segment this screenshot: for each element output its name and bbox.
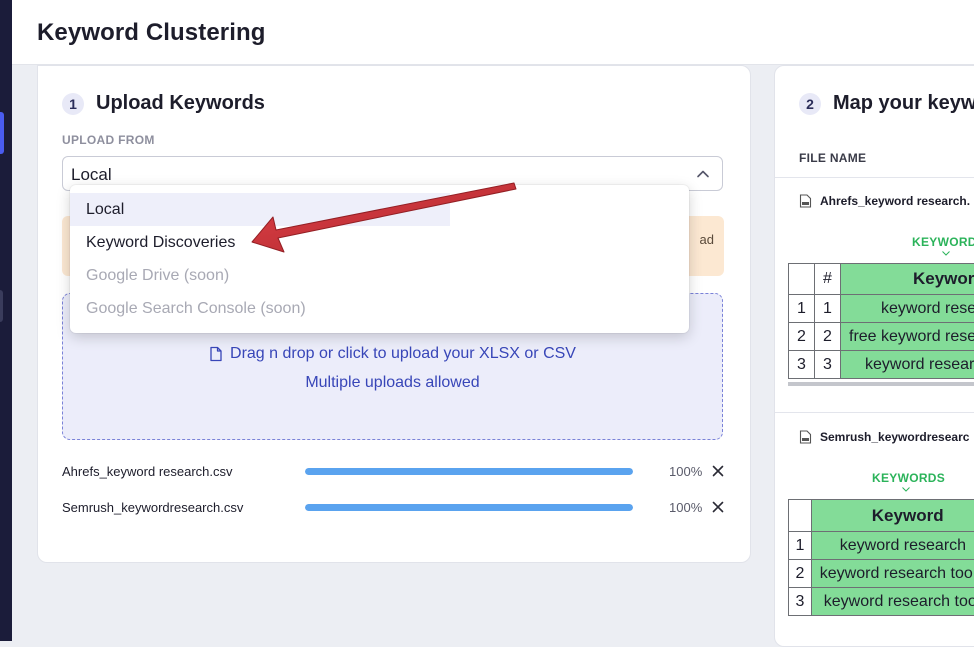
upload-source-value: Local xyxy=(71,165,112,185)
table-row: 1 1 keyword rese xyxy=(789,295,974,323)
upload-percent: 100% xyxy=(669,464,702,479)
uploaded-file-name: Ahrefs_keyword research.csv xyxy=(62,464,233,479)
file-icon xyxy=(209,346,223,362)
progress-fill xyxy=(305,504,633,511)
keywords-column-tag[interactable]: KEYWORDS xyxy=(872,471,945,485)
table-header-row: # Keyword xyxy=(789,264,974,295)
row-index: 3 xyxy=(789,351,815,379)
table-row: 1 keyword research xyxy=(789,532,974,560)
corner-cell xyxy=(789,264,815,295)
row-index: 1 xyxy=(789,532,812,560)
table-cell: free keyword rese xyxy=(841,323,974,351)
csv-file-icon xyxy=(799,194,812,208)
step-title-text: Map your keyw xyxy=(833,92,974,115)
upload-progress-bar xyxy=(305,504,633,511)
dropzone-line-2: Multiple uploads allowed xyxy=(63,374,722,392)
chevron-down-icon xyxy=(942,251,950,256)
preview-table: # Keyword 1 1 keyword rese 2 2 free keyw… xyxy=(788,263,974,379)
sidebar-nav-active[interactable] xyxy=(0,112,4,154)
mapped-file-name-text: Semrush_keywordresearc xyxy=(820,430,969,444)
mapped-file-name-text: Ahrefs_keyword research. xyxy=(820,194,970,208)
close-icon[interactable] xyxy=(711,500,725,514)
table-row: 3 3 keyword resear xyxy=(789,351,974,379)
dropdown-option-google-drive: Google Drive (soon) xyxy=(70,259,689,292)
table-cell: 3 xyxy=(815,351,841,379)
row-index: 3 xyxy=(789,588,812,616)
uploaded-file-row: Ahrefs_keyword research.csv 100% xyxy=(62,462,727,482)
table-header[interactable]: Keyword xyxy=(841,264,974,295)
dropdown-option-local[interactable]: Local xyxy=(70,193,450,226)
sidebar xyxy=(0,0,12,641)
table-cell: keyword rese xyxy=(841,295,974,323)
row-index: 1 xyxy=(789,295,815,323)
chevron-down-icon xyxy=(902,487,910,492)
preview-table: Keyword 1 keyword research 2 keyword res… xyxy=(788,499,974,616)
table-row: 2 keyword research too xyxy=(789,560,974,588)
step-title-text: Upload Keywords xyxy=(96,92,265,115)
table-cell: keyword research xyxy=(811,532,974,560)
divider xyxy=(775,177,974,178)
page-title: Keyword Clustering xyxy=(37,19,266,47)
progress-fill xyxy=(305,468,633,475)
table-cell: 2 xyxy=(815,323,841,351)
table-cell: keyword resear xyxy=(841,351,974,379)
mapped-file-name: Ahrefs_keyword research. xyxy=(799,194,970,208)
table-row: 2 2 free keyword rese xyxy=(789,323,974,351)
uploaded-file-row: Semrush_keywordresearch.csv 100% xyxy=(62,498,727,518)
table-cell: keyword research too xyxy=(811,560,974,588)
row-index: 2 xyxy=(789,323,815,351)
close-icon[interactable] xyxy=(711,464,725,478)
file-name-column-header: FILE NAME xyxy=(799,151,866,165)
step-number-badge: 2 xyxy=(799,93,821,115)
dropzone-instruction: Drag n drop or click to upload your XLSX… xyxy=(63,345,722,363)
table-scrollbar[interactable] xyxy=(788,382,974,386)
mapped-file-name: Semrush_keywordresearc xyxy=(799,430,969,444)
table-cell: keyword research too xyxy=(811,588,974,616)
upload-progress-bar xyxy=(305,468,633,475)
dropzone-line-1: Drag n drop or click to upload your XLSX… xyxy=(230,345,576,363)
table-header-row: Keyword xyxy=(789,500,974,532)
keywords-column-tag[interactable]: KEYWORDS xyxy=(912,235,974,249)
upload-percent: 100% xyxy=(669,500,702,515)
dropdown-option-keyword-discoveries[interactable]: Keyword Discoveries xyxy=(70,226,689,259)
upload-from-label: UPLOAD FROM xyxy=(62,133,155,147)
notice-text: ad xyxy=(700,232,714,247)
table-header: # xyxy=(815,264,841,295)
row-index: 2 xyxy=(789,560,812,588)
step-2-title: 2 Map your keyw xyxy=(799,92,974,115)
table-cell: 1 xyxy=(815,295,841,323)
uploaded-file-name: Semrush_keywordresearch.csv xyxy=(62,500,243,515)
sidebar-nav-item[interactable] xyxy=(0,290,3,322)
step-1-title: 1 Upload Keywords xyxy=(62,92,265,115)
upload-source-dropdown-menu: Local Keyword Discoveries Google Drive (… xyxy=(70,185,689,333)
corner-cell xyxy=(789,500,812,532)
table-row: 3 keyword research too xyxy=(789,588,974,616)
csv-file-icon xyxy=(799,430,812,444)
step-number-badge: 1 xyxy=(62,93,84,115)
divider xyxy=(775,412,974,413)
map-keywords-card: 2 Map your keyw FILE NAME Ahrefs_keyword… xyxy=(774,65,974,647)
chevron-up-icon xyxy=(696,167,710,181)
page-header: Keyword Clustering xyxy=(12,0,974,65)
table-header[interactable]: Keyword xyxy=(811,500,974,532)
dropdown-option-google-search-console: Google Search Console (soon) xyxy=(70,292,689,325)
